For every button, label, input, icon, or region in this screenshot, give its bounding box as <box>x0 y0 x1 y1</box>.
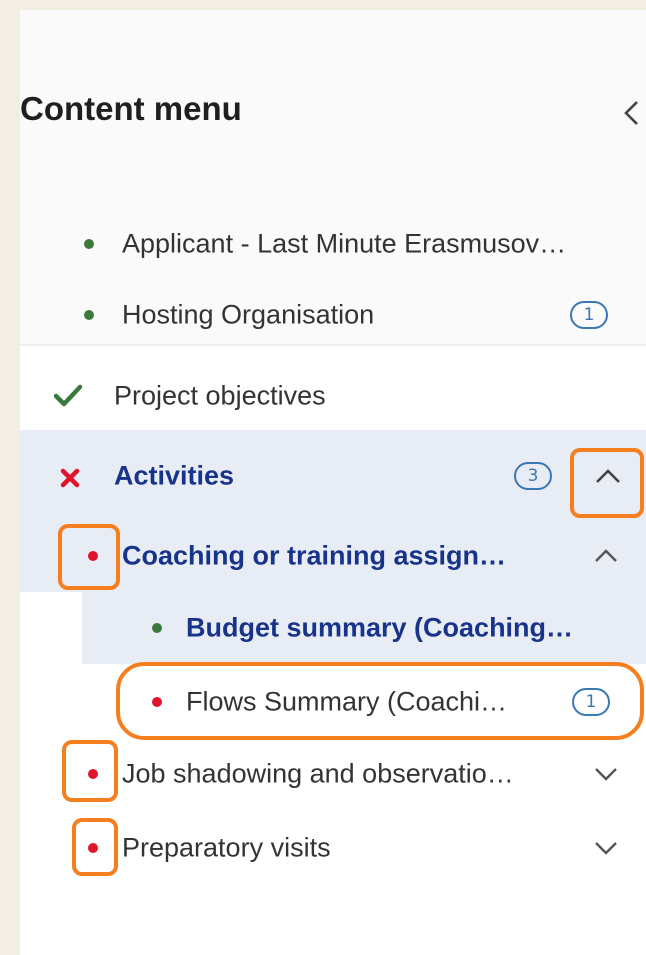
status-dot-red <box>88 551 98 561</box>
check-icon <box>54 384 82 407</box>
x-icon <box>60 468 80 488</box>
count-badge: 1 <box>570 301 608 329</box>
content-menu-title: Content menu <box>20 90 242 127</box>
menu-item-budget-summary[interactable]: Budget summary (Coaching… <box>20 598 646 658</box>
menu-item-job-shadowing[interactable]: Job shadowing and observatio… <box>20 744 646 804</box>
menu-item-project-objectives[interactable]: Project objectives <box>20 366 646 426</box>
menu-item-applicant[interactable]: Applicant - Last Minute Erasmusov… <box>20 214 646 274</box>
content-menu-panel: Content menu Applicant - Last Minute Era… <box>20 10 646 955</box>
menu-item-label: Preparatory visits <box>122 832 331 863</box>
chevron-up-icon[interactable] <box>592 546 620 566</box>
menu-item-activities[interactable]: Activities 3 <box>20 446 646 506</box>
menu-item-label: Hosting Organisation <box>122 299 375 330</box>
menu-item-flows-summary[interactable]: Flows Summary (Coachi… 1 <box>20 672 646 732</box>
status-dot-red <box>88 843 98 853</box>
status-dot-red <box>88 769 98 779</box>
menu-item-label: Coaching or training assign… <box>122 540 507 571</box>
chevron-left-icon[interactable] <box>620 98 644 128</box>
count-badge: 3 <box>514 462 552 490</box>
count-badge: 1 <box>572 688 610 716</box>
menu-item-label: Job shadowing and observatio… <box>122 758 514 789</box>
menu-item-label: Budget summary (Coaching… <box>186 612 574 643</box>
chevron-up-icon[interactable] <box>594 466 622 486</box>
status-dot-green <box>84 239 94 249</box>
status-dot-green <box>84 310 94 320</box>
menu-item-label: Project objectives <box>114 380 326 411</box>
status-dot-red <box>152 697 162 707</box>
menu-item-coaching-training[interactable]: Coaching or training assign… <box>20 526 646 586</box>
menu-item-label: Flows Summary (Coachi… <box>186 686 508 717</box>
menu-item-label: Applicant - Last Minute Erasmusov… <box>122 228 567 259</box>
status-dot-green <box>152 623 162 633</box>
chevron-down-icon[interactable] <box>592 838 620 858</box>
chevron-down-icon[interactable] <box>592 764 620 784</box>
menu-item-hosting-organisation[interactable]: Hosting Organisation 1 <box>20 285 646 345</box>
menu-item-label: Activities <box>114 460 235 491</box>
menu-item-preparatory-visits[interactable]: Preparatory visits <box>20 818 646 878</box>
